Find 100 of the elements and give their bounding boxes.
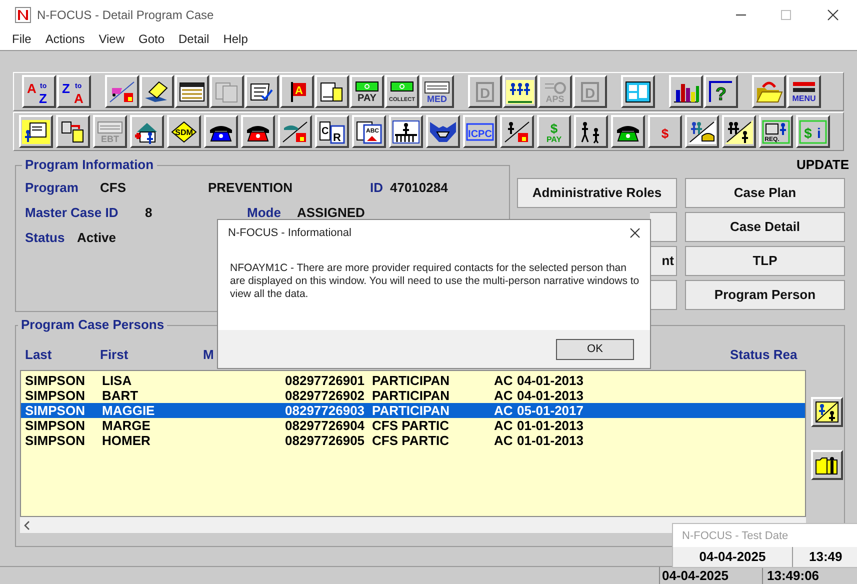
table-cell-text: BART xyxy=(102,388,140,403)
person-row[interactable]: SIMPSON MAGGIE 08297726903 PARTICIPAN AC 05-01-2017 xyxy=(21,403,805,418)
group-title: Program Information xyxy=(22,157,157,173)
toolbar-button[interactable] xyxy=(669,75,703,108)
mode-label: UPDATE xyxy=(796,157,849,173)
toolbar-button[interactable] xyxy=(426,115,460,148)
toolbar-button[interactable] xyxy=(574,115,608,148)
popup-title: N-FOCUS - Test Date xyxy=(682,529,790,543)
ok-button[interactable]: OK xyxy=(556,338,634,360)
toolbar-button[interactable]: MED xyxy=(420,75,454,108)
window-icon xyxy=(178,80,206,104)
popup-date: 04-04-2025 xyxy=(673,547,793,567)
table-cell-text: SIMPSON xyxy=(25,388,86,403)
menu-item[interactable]: Help xyxy=(223,30,248,48)
person-row[interactable]: SIMPSON LISA 08297726901 PARTICIPAN AC 04-01-2013 xyxy=(21,373,805,388)
field-label: Mode xyxy=(247,205,282,221)
toolbar-button[interactable] xyxy=(175,75,209,108)
action-button[interactable]: nt xyxy=(650,246,677,276)
action-button[interactable]: Program Person xyxy=(685,280,845,310)
board-icon xyxy=(624,80,652,104)
popup-time: 13:49 xyxy=(808,548,842,566)
telephone-split-icon xyxy=(281,120,309,144)
toolbar-button[interactable]: SDM xyxy=(167,115,201,148)
courtroom-icon xyxy=(392,120,420,144)
toolbar-button[interactable] xyxy=(685,115,719,148)
group-title: Program Case Persons xyxy=(18,317,168,333)
action-button[interactable]: Case Plan xyxy=(685,178,845,208)
field-value: Active xyxy=(77,230,118,246)
table-cell-text: 08297726905 xyxy=(285,433,366,448)
window-title: N-FOCUS - Detail Program Case xyxy=(37,7,214,24)
people-icon xyxy=(506,80,534,104)
toolbar-button[interactable] xyxy=(500,115,534,148)
toolbar-button[interactable]: $ i xyxy=(796,115,830,148)
action-button[interactable]: Administrative Roles xyxy=(517,178,677,208)
table-cell-text: 04-01-2013 xyxy=(517,388,584,403)
toolbar-button[interactable]: ICPC xyxy=(463,115,497,148)
action-button[interactable]: Case Detail xyxy=(685,212,845,242)
field-label: Program xyxy=(25,180,80,196)
toolbar-button[interactable] xyxy=(389,115,423,148)
person-folder-button[interactable] xyxy=(811,450,843,480)
toolbar-button[interactable] xyxy=(611,115,645,148)
field-value: ASSIGNED xyxy=(297,205,366,221)
toolbar-button[interactable]: A xyxy=(280,75,314,108)
column-header[interactable]: M xyxy=(203,347,214,363)
app-logo-icon xyxy=(15,7,31,23)
menu-item[interactable]: View xyxy=(98,30,124,48)
person-row[interactable]: SIMPSON BART 08297726902 PARTICIPAN AC 04-01-2013 xyxy=(21,388,805,403)
toolbar-button[interactable] xyxy=(245,75,279,108)
toolbar-button[interactable] xyxy=(19,115,53,148)
scroll-left-icon[interactable] xyxy=(24,520,30,530)
column-header[interactable]: Status Rea xyxy=(730,347,798,363)
menu-item[interactable]: File xyxy=(12,30,32,48)
table-cell-text: 08297726903 xyxy=(285,403,366,418)
table-cell-text: SIMPSON xyxy=(25,373,86,388)
person-row[interactable]: SIMPSON HOMER 08297726905 CFS PARTIC AC 01-01-2013 xyxy=(21,433,805,448)
toolbar-button[interactable] xyxy=(204,115,238,148)
table-cell-text: CFS PARTIC xyxy=(372,418,450,433)
toolbar-button[interactable] xyxy=(722,115,756,148)
field-value: PREVENTION xyxy=(208,180,294,196)
dialog-title: N-FOCUS - Informational xyxy=(228,226,352,241)
field-value: 47010284 xyxy=(390,180,449,196)
action-button[interactable] xyxy=(650,280,677,310)
table-cell-text: AC xyxy=(494,418,514,433)
menu-item[interactable]: Detail xyxy=(178,30,210,48)
menu-item[interactable]: Actions xyxy=(45,30,85,48)
table-cell-text: 01-01-2013 xyxy=(517,433,584,448)
table-cell-text: 08297726901 xyxy=(285,373,366,388)
column-header[interactable]: First xyxy=(100,347,128,363)
toolbar-button[interactable]: C R xyxy=(315,115,349,148)
table-cell-text: MARGE xyxy=(102,418,152,433)
toolbar-button[interactable] xyxy=(105,75,139,108)
people-split-icon xyxy=(725,120,753,144)
toolbar-button[interactable] xyxy=(140,75,174,108)
action-button[interactable] xyxy=(650,212,677,242)
close-icon[interactable] xyxy=(827,9,839,21)
table-cell-text: PARTICIPAN xyxy=(372,403,451,418)
toolbar-button[interactable] xyxy=(278,115,312,148)
person-relation-button[interactable] xyxy=(811,397,843,427)
close-icon[interactable] xyxy=(630,228,640,238)
diamond-sign-icon: SDM xyxy=(170,120,198,144)
toolbar-button[interactable]: PAY xyxy=(350,75,384,108)
table-cell-text: 05-01-2017 xyxy=(517,403,584,418)
menu-item[interactable]: Goto xyxy=(138,30,165,48)
field-label: Status xyxy=(25,230,66,246)
toolbar-button[interactable] xyxy=(130,115,164,148)
dollar-info-icon: $ i xyxy=(799,120,827,144)
person-row[interactable]: SIMPSON MARGE 08297726904 CFS PARTIC AC 01-01-2013 xyxy=(21,418,805,433)
toolbar-button[interactable] xyxy=(503,75,537,108)
action-button[interactable]: TLP xyxy=(685,246,845,276)
toolbar-button[interactable]: MENU xyxy=(787,75,821,108)
dialog-message: NFOAYM1C - There are more provider required contacts for the selected person than are displayed on this window. You will need to use the multi-person narrative windows to view all the data. xyxy=(230,262,640,301)
toolbar-button[interactable] xyxy=(241,115,275,148)
toolbar-button[interactable] xyxy=(752,75,786,108)
column-header[interactable]: Last xyxy=(25,347,52,363)
field-label: Master Case ID xyxy=(25,205,120,221)
table-cell-text: LISA xyxy=(102,373,133,388)
toolbar-button[interactable] xyxy=(621,75,655,108)
field-label: ID xyxy=(370,180,384,196)
toolbar-button[interactable] xyxy=(315,75,349,108)
toolbar-button[interactable] xyxy=(56,115,90,148)
